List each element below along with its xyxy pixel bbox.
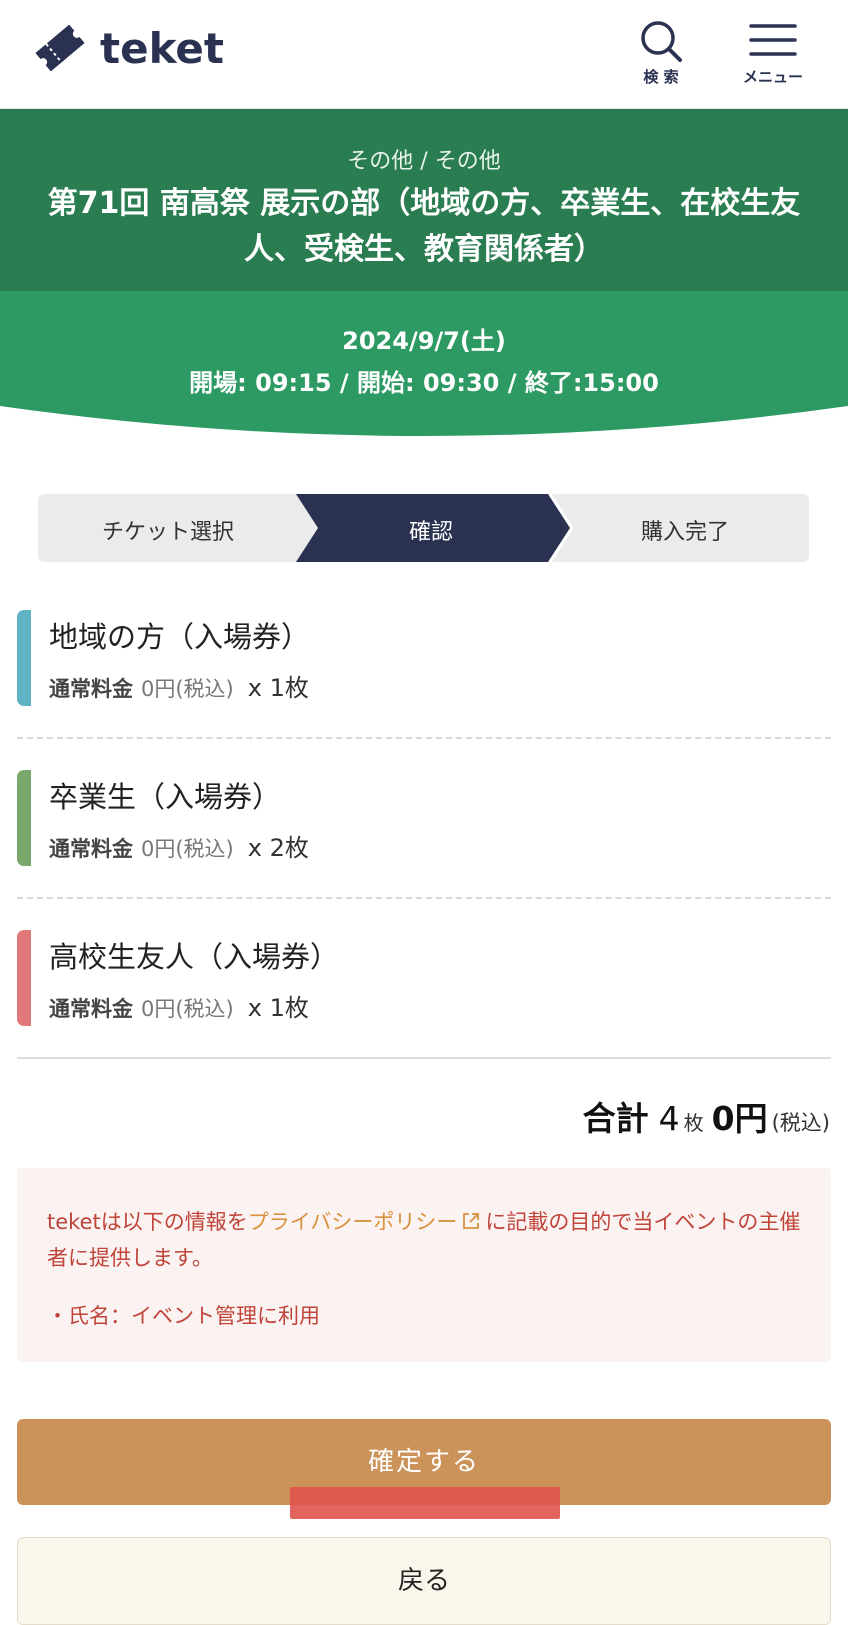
ticket-quantity: x 1枚 xyxy=(247,674,309,702)
price-type: 通常料金 xyxy=(49,837,133,861)
total-count-unit: 枚 xyxy=(683,1111,704,1135)
step-confirm: 確認 xyxy=(408,520,453,545)
logo-text: teket xyxy=(100,23,224,73)
ticket-divider xyxy=(17,737,831,739)
external-link-icon[interactable] xyxy=(461,1211,481,1231)
search-icon xyxy=(641,21,682,62)
ticket-quantity: x 2枚 xyxy=(247,834,309,862)
search-button[interactable]: 検 索 xyxy=(616,18,706,87)
red-highlight-mark xyxy=(290,1487,560,1519)
site-header: teket 検 索 メニュー xyxy=(0,0,848,109)
search-label: 検 索 xyxy=(643,68,679,86)
total-amount: 0円 xyxy=(711,1099,768,1138)
ticket-name: 高校生友人（入場券） xyxy=(49,940,340,974)
privacy-notice-text: teketは以下の情報をプライバシーポリシー に記載の目的で当イベントの主催者に… xyxy=(47,1204,817,1276)
ticket-color-bar xyxy=(17,610,31,706)
event-header: その他 / その他 第71回 南高祭 展示の部（地域の方、卒業生、在校生友人、受… xyxy=(0,109,848,291)
menu-label: メニュー xyxy=(742,68,803,86)
ticket-price: 通常料金 0円(税込) x 1枚 xyxy=(49,988,309,1023)
privacy-policy-link[interactable]: プライバシーポリシー xyxy=(248,1210,458,1234)
menu-button[interactable]: メニュー xyxy=(728,18,818,87)
event-category[interactable]: その他 / その他 xyxy=(0,143,848,175)
ticket-divider xyxy=(17,897,831,899)
ticket-item: 地域の方（入場券） 通常料金 0円(税込) x 1枚 xyxy=(17,610,831,706)
ticket-color-bar xyxy=(17,770,31,866)
tickets-end-divider xyxy=(17,1057,831,1059)
step-complete: 購入完了 xyxy=(640,520,729,545)
purchase-steps: チケット選択 確認 購入完了 xyxy=(38,494,809,562)
price-type: 通常料金 xyxy=(49,997,133,1021)
back-button[interactable]: 戻る xyxy=(17,1537,831,1625)
total-tax-note: (税込) xyxy=(771,1111,830,1135)
ticket-name: 卒業生（入場券） xyxy=(49,780,282,814)
price-type: 通常料金 xyxy=(49,677,133,701)
ticket-name: 地域の方（入場券） xyxy=(49,620,311,654)
hamburger-menu-icon xyxy=(749,24,797,56)
total-count: 4 xyxy=(658,1099,680,1138)
event-date: 2024/9/7(土) xyxy=(342,327,506,355)
price-amount: 0円(税込) xyxy=(141,677,234,701)
total-label: 合計 xyxy=(582,1099,649,1138)
order-total: 合計 4 枚 0円 (税込) xyxy=(583,1092,830,1140)
notice-prefix: teketは以下の情報を xyxy=(47,1210,248,1234)
ticket-item: 卒業生（入場券） 通常料金 0円(税込) x 2枚 xyxy=(17,770,831,866)
ticket-item: 高校生友人（入場券） 通常料金 0円(税込) x 1枚 xyxy=(17,930,831,1026)
ticket-price: 通常料金 0円(税込) x 2枚 xyxy=(49,828,309,863)
event-title: 第71回 南高祭 展示の部（地域の方、卒業生、在校生友人、受検生、教育関係者） xyxy=(47,186,801,267)
ticket-quantity: x 1枚 xyxy=(247,994,309,1022)
ticket-color-bar xyxy=(17,930,31,1026)
notice-item: ・氏名：イベント管理に利用 xyxy=(47,1304,320,1328)
ticket-price: 通常料金 0円(税込) x 1枚 xyxy=(49,668,309,703)
event-times: 開場: 09:15 / 開始: 09:30 / 終了:15:00 xyxy=(189,369,659,397)
price-amount: 0円(税込) xyxy=(141,837,234,861)
ticket-logo-icon xyxy=(35,24,85,72)
price-amount: 0円(税込) xyxy=(141,997,234,1021)
teket-logo[interactable]: teket xyxy=(30,18,224,78)
privacy-notice: teketは以下の情報をプライバシーポリシー に記載の目的で当イベントの主催者に… xyxy=(17,1168,831,1362)
event-date-panel: 2024/9/7(土) 開場: 09:15 / 開始: 09:30 / 終了:1… xyxy=(0,291,848,451)
step-ticket-select: チケット選択 xyxy=(101,520,234,545)
